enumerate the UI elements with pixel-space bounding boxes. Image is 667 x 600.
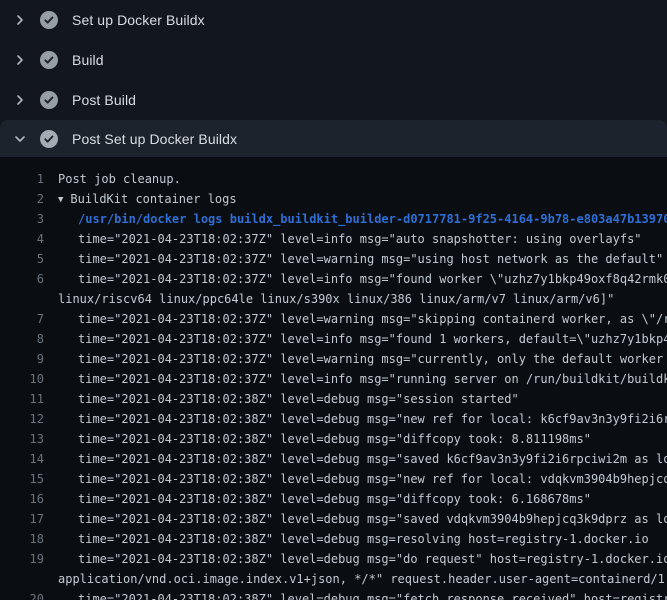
log-line-text: time="2021-04-23T18:02:38Z" level=debug … [78,549,667,569]
log-line-text: time="2021-04-23T18:02:37Z" level=warnin… [78,349,667,369]
chevron-down-icon [12,131,28,147]
step-title: Post Build [72,92,136,108]
log-line-text: time="2021-04-23T18:02:37Z" level=warnin… [78,249,667,269]
log-line-number[interactable]: 8 [0,329,44,349]
log-line-number[interactable]: 20 [0,589,44,600]
log-line-number [0,289,44,309]
check-circle-icon [40,130,58,148]
log-line-text: linux/riscv64 linux/ppc64le linux/s390x … [58,289,667,309]
log-line-number[interactable]: 18 [0,529,44,549]
log-line-number[interactable]: 14 [0,449,44,469]
log-row: 6 time="2021-04-23T18:02:37Z" level=info … [0,269,667,289]
log-row: 8 time="2021-04-23T18:02:37Z" level=info … [0,329,667,349]
log-line-text: Post job cleanup. [58,169,667,189]
log-row: 7 time="2021-04-23T18:02:37Z" level=warni… [0,309,667,329]
log-panel: 1 Post job cleanup. 2 ▼ BuildKit container l… [0,157,667,600]
log-line-number[interactable]: 5 [0,249,44,269]
log-line-text: time="2021-04-23T18:02:38Z" level=debug … [78,509,667,529]
log-line-number[interactable]: 13 [0,429,44,449]
log-line-number[interactable]: 1 [0,169,44,189]
log-row: 17 time="2021-04-23T18:02:38Z" level=debu… [0,509,667,529]
log-line-text: ▼ BuildKit container logs [58,189,667,209]
log-row: 11 time="2021-04-23T18:02:38Z" level=debu… [0,389,667,409]
group-label[interactable]: BuildKit container logs [70,192,236,206]
log-line-number[interactable]: 4 [0,229,44,249]
log-line-text: time="2021-04-23T18:02:38Z" level=debug … [78,389,667,409]
log-line-text: time="2021-04-23T18:02:38Z" level=debug … [78,489,667,509]
chevron-right-icon [12,52,28,68]
log-line-text: time="2021-04-23T18:02:38Z" level=debug … [78,429,667,449]
log-line-text: time="2021-04-23T18:02:37Z" level=info m… [78,229,667,249]
log-row: 1 Post job cleanup. [0,169,667,189]
log-line-text: application/vnd.oci.image.index.v1+json,… [58,569,667,589]
log-group-row: 2 ▼ BuildKit container logs [0,189,667,209]
step-title: Build [72,52,104,68]
check-circle-icon [40,91,58,109]
chevron-right-icon [12,92,28,108]
log-line-text: time="2021-04-23T18:02:37Z" level=info m… [78,269,667,289]
log-line-number[interactable]: 2 [0,189,44,209]
steps-panel: Set up Docker Buildx Build Post Build Po… [0,0,667,157]
log-line-text: time="2021-04-23T18:02:38Z" level=debug … [78,529,667,549]
log-line-number [0,569,44,589]
log-line-text: time="2021-04-23T18:02:38Z" level=debug … [78,409,667,429]
log-command-text: /usr/bin/docker logs buildx_buildkit_bui… [78,209,667,229]
log-row: 12 time="2021-04-23T18:02:38Z" level=debu… [0,409,667,429]
log-line-number[interactable]: 3 [0,209,44,229]
log-line-number[interactable]: 16 [0,489,44,509]
log-line-text: time="2021-04-23T18:02:37Z" level=info m… [78,329,667,349]
log-line-text: time="2021-04-23T18:02:37Z" level=warnin… [78,309,667,329]
log-command-row: 3/usr/bin/docker logs buildx_buildkit_bu… [0,209,667,229]
log-line-number[interactable]: 19 [0,549,44,569]
log-row: 4 time="2021-04-23T18:02:37Z" level=info … [0,229,667,249]
log-row: 19 time="2021-04-23T18:02:38Z" level=debu… [0,549,667,569]
log-line-text: time="2021-04-23T18:02:38Z" level=debug … [78,469,667,489]
check-circle-icon [40,11,58,29]
group-expand-caret-icon[interactable]: ▼ [58,190,63,209]
step-row-set-up-docker-buildx[interactable]: Set up Docker Buildx [0,0,667,40]
log-line-text: time="2021-04-23T18:02:38Z" level=debug … [78,449,667,469]
log-row: 15 time="2021-04-23T18:02:38Z" level=debu… [0,469,667,489]
log-row: 9 time="2021-04-23T18:02:37Z" level=warni… [0,349,667,369]
step-title: Post Set up Docker Buildx [72,131,237,147]
log-row: 10 time="2021-04-23T18:02:37Z" level=info… [0,369,667,389]
log-row: linux/riscv64 linux/ppc64le linux/s390x … [0,289,667,309]
log-line-number[interactable]: 12 [0,409,44,429]
step-row-post-set-up-docker-buildx[interactable]: Post Set up Docker Buildx [0,120,667,157]
log-row: 20 time="2021-04-23T18:02:38Z" level=debu… [0,589,667,600]
log-row: 16 time="2021-04-23T18:02:38Z" level=debu… [0,489,667,509]
check-circle-icon [40,51,58,69]
chevron-right-icon [12,12,28,28]
log-row: 14 time="2021-04-23T18:02:38Z" level=debu… [0,449,667,469]
log-line-number[interactable]: 11 [0,389,44,409]
log-line-text: time="2021-04-23T18:02:37Z" level=info m… [78,369,667,389]
log-row: 18 time="2021-04-23T18:02:38Z" level=debu… [0,529,667,549]
step-title: Set up Docker Buildx [72,12,205,28]
log-line-number[interactable]: 10 [0,369,44,389]
log-row: 13 time="2021-04-23T18:02:38Z" level=debu… [0,429,667,449]
log-line-text: time="2021-04-23T18:02:38Z" level=debug … [78,589,667,600]
log-line-number[interactable]: 17 [0,509,44,529]
step-row-post-build[interactable]: Post Build [0,80,667,120]
log-line-number[interactable]: 9 [0,349,44,369]
log-line-number[interactable]: 7 [0,309,44,329]
log-row: 5 time="2021-04-23T18:02:37Z" level=warni… [0,249,667,269]
log-line-number[interactable]: 15 [0,469,44,489]
log-line-number[interactable]: 6 [0,269,44,289]
log-row: application/vnd.oci.image.index.v1+json,… [0,569,667,589]
step-row-build[interactable]: Build [0,40,667,80]
